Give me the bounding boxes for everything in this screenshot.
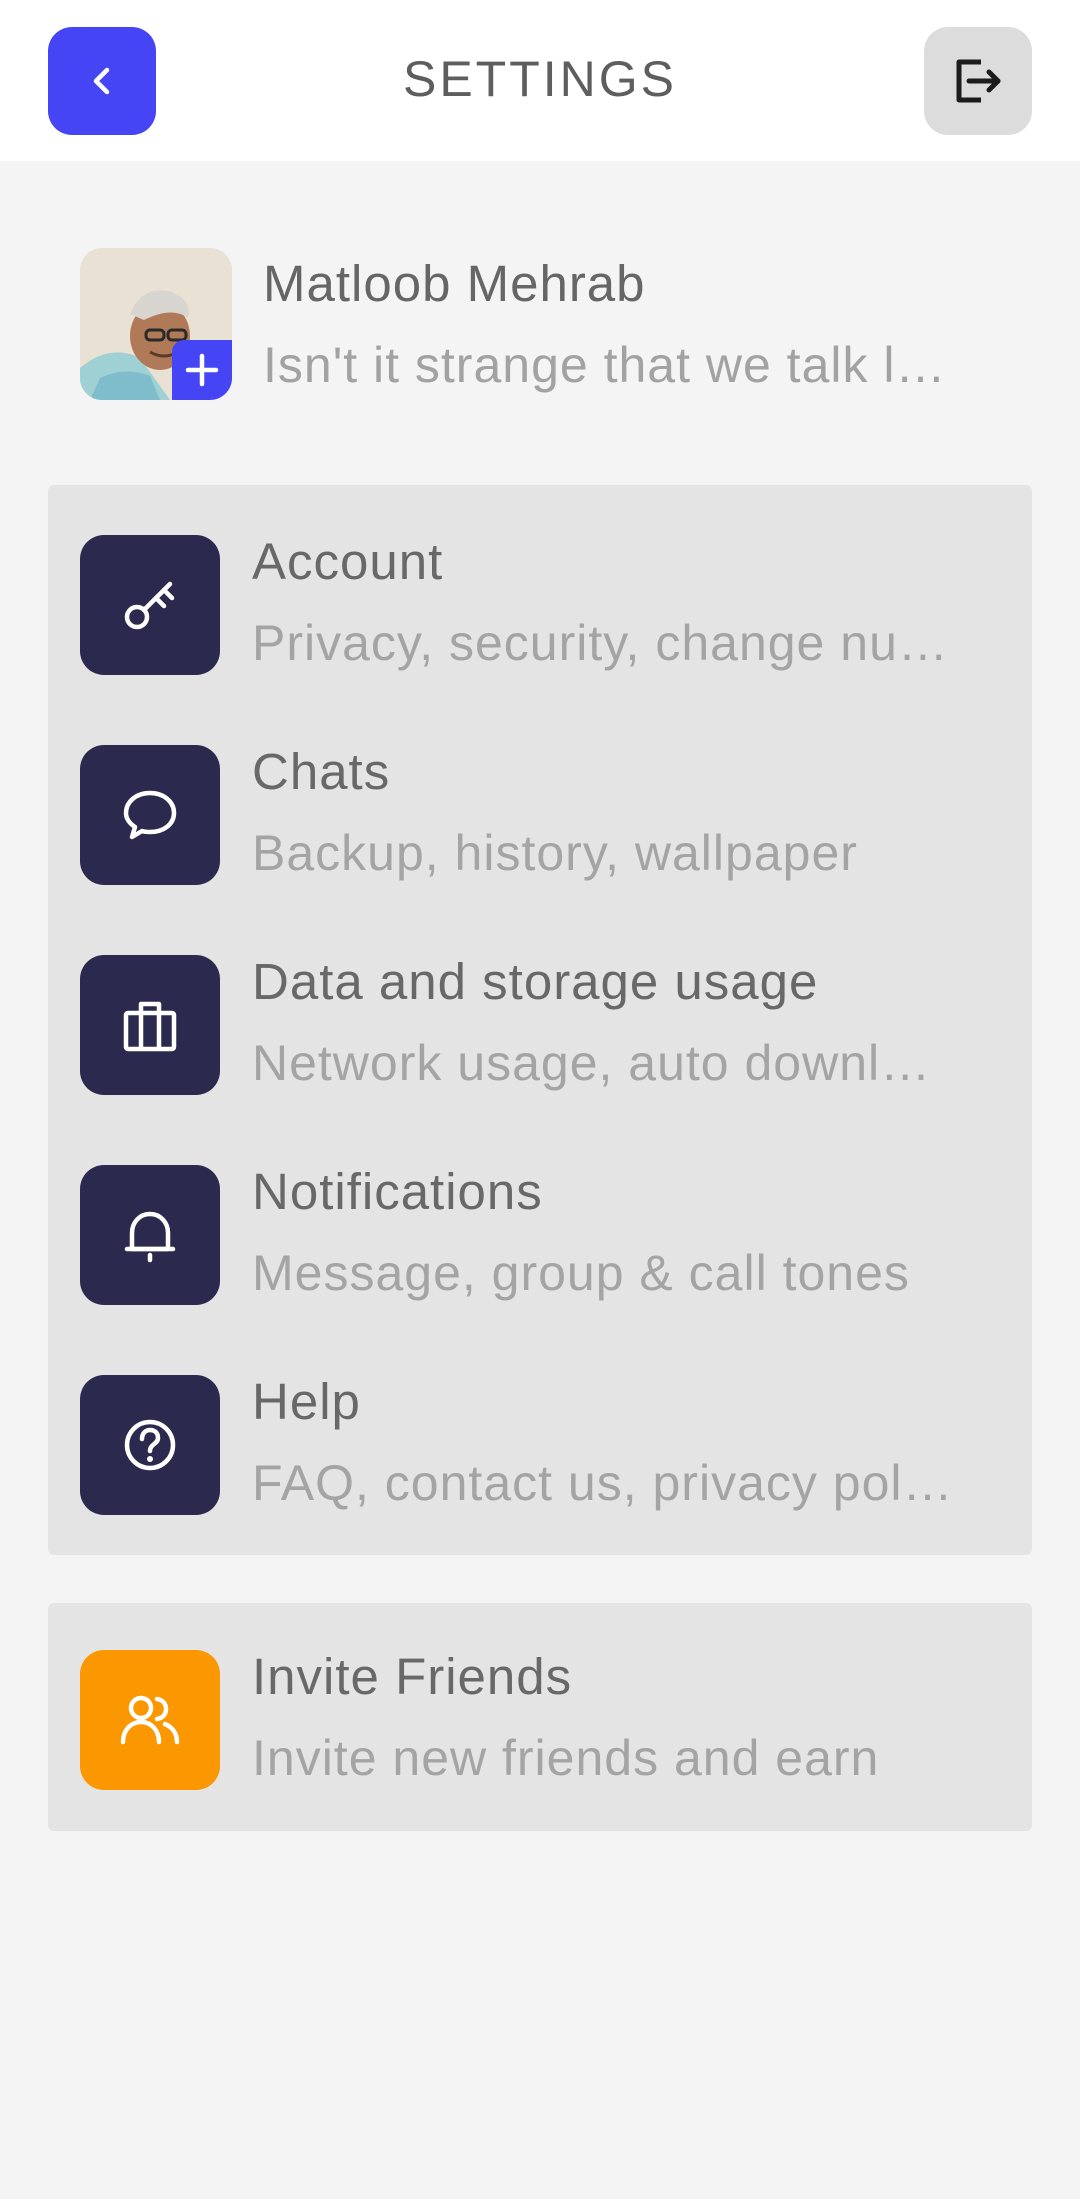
bell-icon	[124, 1211, 176, 1263]
briefcase-icon	[123, 1001, 177, 1052]
logout-button[interactable]	[924, 27, 1032, 135]
help-icon-box	[80, 1375, 220, 1515]
settings-item-subtitle: FAQ, contact us, privacy pol…	[252, 1455, 954, 1511]
invite-friends-item[interactable]: Invite Friends Invite new friends and ea…	[80, 1645, 1010, 1795]
data-storage-icon-box	[80, 955, 220, 1095]
settings-item-help[interactable]: Help FAQ, contact us, privacy pol…	[80, 1370, 1010, 1520]
plus-icon	[185, 353, 219, 387]
logout-icon	[956, 59, 1001, 103]
settings-item-subtitle: Privacy, security, change nu…	[252, 615, 949, 671]
settings-item-subtitle: Backup, history, wallpaper	[252, 825, 858, 881]
settings-item-title: Chats	[252, 743, 391, 800]
help-circle-icon	[124, 1419, 176, 1471]
invite-icon-box	[80, 1650, 220, 1790]
settings-item-subtitle: Message, group & call tones	[252, 1245, 910, 1301]
settings-item-title: Help	[252, 1373, 361, 1430]
notifications-icon-box	[80, 1165, 220, 1305]
settings-item-title: Account	[252, 533, 444, 590]
avatar[interactable]	[80, 248, 232, 400]
settings-item-account[interactable]: Account Privacy, security, change nu…	[80, 530, 1010, 680]
settings-item-subtitle: Network usage, auto downl…	[252, 1035, 932, 1091]
settings-item-title: Data and storage usage	[252, 953, 819, 1010]
settings-item-chats[interactable]: Chats Backup, history, wallpaper	[80, 740, 1010, 890]
chat-bubble-icon	[123, 790, 177, 840]
settings-item-title: Notifications	[252, 1163, 543, 1220]
top-bar: SETTINGS	[0, 0, 1080, 161]
invite-section: Invite Friends Invite new friends and ea…	[48, 1603, 1032, 1831]
settings-list: Account Privacy, security, change nu… Ch…	[48, 485, 1032, 1555]
profile-name: Matloob Mehrab	[263, 255, 646, 312]
profile-section[interactable]: Matloob Mehrab Isn't it strange that we …	[80, 248, 1020, 400]
invite-title: Invite Friends	[252, 1648, 573, 1705]
invite-subtitle: Invite new friends and earn	[252, 1730, 880, 1786]
key-icon	[124, 581, 175, 630]
settings-item-data-storage[interactable]: Data and storage usage Network usage, au…	[80, 950, 1010, 1100]
page-title: SETTINGS	[402, 51, 678, 107]
chats-icon-box	[80, 745, 220, 885]
add-photo-button[interactable]	[172, 340, 232, 400]
account-icon-box	[80, 535, 220, 675]
profile-status: Isn't it strange that we talk l…	[263, 337, 947, 393]
settings-item-notifications[interactable]: Notifications Message, group & call tone…	[80, 1160, 1010, 1310]
users-icon	[120, 1695, 180, 1745]
